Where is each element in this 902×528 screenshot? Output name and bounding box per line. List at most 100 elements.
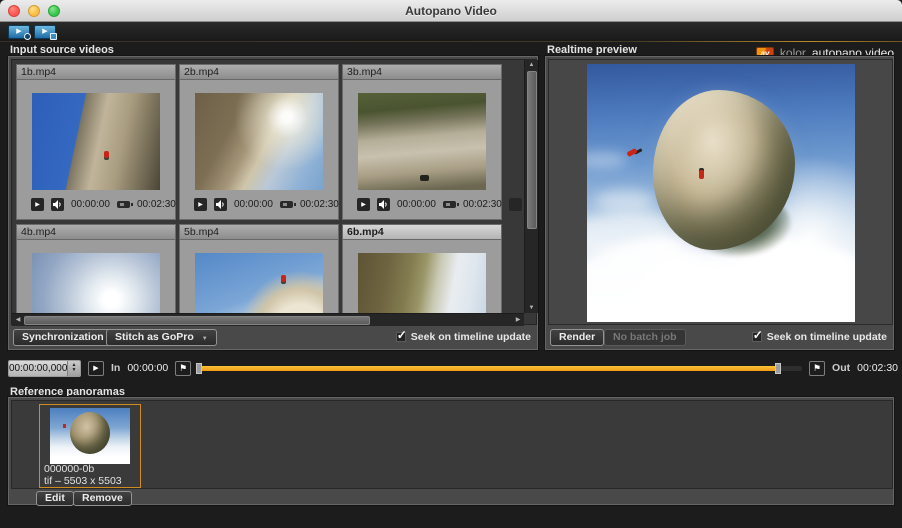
scroll-up-icon[interactable]: ▲: [525, 62, 538, 68]
video-controls: ▶ 00:00:00 00:02:30: [31, 198, 161, 211]
flag-icon: ⚑: [179, 363, 187, 374]
start-time: 00:00:00: [397, 199, 436, 210]
toolbar-separator: [0, 41, 902, 42]
range-icon: [443, 201, 456, 208]
remove-button[interactable]: Remove: [73, 491, 132, 506]
video-cell: 5b.mp4: [179, 224, 339, 313]
flag-icon: ⚑: [813, 363, 821, 374]
timeline-bar: 00:00:00,000 ▲ ▼ ▶ In 00:00:00 ⚑ ⚑ Out 0…: [8, 358, 898, 378]
end-time: 00:02:30: [463, 199, 502, 210]
climber-figure: [104, 151, 109, 158]
realtime-preview-panel: Render No batch job ✓ Seek on timeline u…: [545, 56, 894, 350]
range-icon: [117, 201, 130, 208]
in-label: In: [111, 362, 120, 374]
audio-button[interactable]: [377, 198, 390, 211]
vertical-scroll-thumb[interactable]: [527, 71, 537, 229]
video-thumbnail: [32, 253, 160, 313]
play-button[interactable]: ▶: [357, 198, 370, 211]
toolbar: ▶ ▶ av kolor autopano video: [0, 22, 902, 42]
video-cell: 6b.mp4: [342, 224, 502, 313]
spinner-down-icon[interactable]: ▼: [72, 368, 77, 373]
video-controls: ▶ 00:00:00 00:02:30: [357, 198, 487, 211]
spinner-buttons[interactable]: ▲ ▼: [67, 361, 80, 376]
little-planet-rock: [70, 412, 110, 454]
preview-panel-title: Realtime preview: [547, 44, 637, 56]
start-time: 00:00:00: [71, 199, 110, 210]
current-time-value[interactable]: 00:00:00,000: [9, 361, 67, 376]
dropdown-arrow-icon: ▼: [202, 336, 208, 342]
horizontal-scrollbar[interactable]: ◀ ▶: [12, 313, 524, 326]
add-page-icon: [50, 33, 57, 40]
range-icon: [280, 201, 293, 208]
set-in-flag-button[interactable]: ⚑: [175, 361, 191, 376]
set-out-flag-button[interactable]: ⚑: [809, 361, 825, 376]
reference-panorama-item-selected[interactable]: 000000-0b tif – 5503 x 5503: [39, 404, 141, 488]
out-label: Out: [832, 362, 850, 374]
video-thumbnail: [32, 93, 160, 190]
seek-timeline-checkbox[interactable]: ✓ Seek on timeline update: [752, 331, 887, 343]
video-cell: 3b.mp4 ▶ 00:00:00 00:02:30: [342, 64, 502, 220]
video-cells-viewport: 1b.mp4 ▶ 00:00:00 00:02:30 2b.mp4: [12, 60, 524, 313]
audio-button[interactable]: [51, 198, 64, 211]
check-icon: ✓: [397, 328, 407, 342]
video-cell: 4b.mp4: [16, 224, 176, 313]
fullscreen-button[interactable]: [509, 198, 522, 211]
climber-figure: [63, 424, 66, 428]
panorama-thumbnail: [50, 408, 130, 464]
stitch-button[interactable]: Stitch as GoPro▼: [106, 329, 217, 346]
climber-figure: [699, 170, 704, 179]
audio-button[interactable]: [214, 198, 227, 211]
basejumper-figure: [626, 148, 637, 157]
horizontal-scroll-thumb[interactable]: [24, 316, 370, 325]
video-cell: 2b.mp4 ▶ 00:00:00 00:02:30: [179, 64, 339, 220]
cloud: [595, 190, 655, 212]
window-title: Autopano Video: [0, 4, 902, 18]
render-button[interactable]: Render: [550, 329, 604, 346]
titlebar[interactable]: Autopano Video: [0, 0, 902, 22]
edit-button[interactable]: Edit: [36, 491, 74, 506]
end-time: 00:02:30: [300, 199, 339, 210]
magnifier-icon: [24, 33, 31, 40]
video-add-icon[interactable]: ▶: [34, 25, 56, 39]
cloud: [587, 152, 627, 168]
video-cell-header[interactable]: 1b.mp4: [17, 65, 175, 80]
timeline-track[interactable]: [198, 366, 802, 371]
check-icon: ✓: [753, 328, 763, 342]
input-source-panel: 1b.mp4 ▶ 00:00:00 00:02:30 2b.mp4: [8, 56, 538, 350]
input-panel-title: Input source videos: [10, 44, 114, 56]
play-button[interactable]: ▶: [194, 198, 207, 211]
timeline-range: [198, 366, 778, 371]
in-handle[interactable]: [196, 363, 202, 374]
video-thumbnail: [358, 93, 486, 190]
video-cell-header[interactable]: 4b.mp4: [17, 225, 175, 240]
checkbox-box: ✓: [752, 332, 762, 342]
batch-job-button: No batch job: [604, 329, 686, 346]
autopano-video-window: Autopano Video ▶ ▶ av kolor autopano vid…: [0, 0, 902, 528]
reference-list-area: 000000-0b tif – 5503 x 5503: [11, 400, 893, 489]
panorama-name: 000000-0b: [44, 463, 94, 475]
scroll-down-icon[interactable]: ▼: [525, 305, 538, 311]
video-cell-header-selected[interactable]: 6b.mp4: [343, 225, 501, 240]
vertical-scrollbar[interactable]: ▲ ▼: [524, 60, 538, 313]
play-glyph: ▶: [42, 28, 47, 35]
timeline-play-button[interactable]: ▶: [88, 361, 104, 376]
video-cell-header[interactable]: 2b.mp4: [180, 65, 338, 80]
reference-panoramas-panel: 000000-0b tif – 5503 x 5503 Edit Remove: [8, 397, 894, 505]
play-button[interactable]: ▶: [31, 198, 44, 211]
current-time-spinbox[interactable]: 00:00:00,000 ▲ ▼: [8, 360, 81, 377]
out-handle[interactable]: [775, 363, 781, 374]
video-cell-header[interactable]: 5b.mp4: [180, 225, 338, 240]
video-preview-icon[interactable]: ▶: [8, 25, 30, 39]
scroll-right-icon[interactable]: ▶: [512, 314, 524, 326]
synchronization-button[interactable]: Synchronization: [13, 329, 113, 346]
scroll-left-icon[interactable]: ◀: [12, 314, 24, 326]
jumper-figure: [420, 175, 429, 181]
video-thumbnail: [195, 253, 323, 313]
video-cell-header[interactable]: 3b.mp4: [343, 65, 501, 80]
seek-timeline-checkbox[interactable]: ✓ Seek on timeline update: [396, 331, 531, 343]
preview-display-area: [548, 59, 893, 325]
climber-figure: [281, 275, 286, 282]
panorama-preview[interactable]: [587, 64, 855, 322]
video-cell: 1b.mp4 ▶ 00:00:00 00:02:30: [16, 64, 176, 220]
video-thumbnail: [195, 93, 323, 190]
